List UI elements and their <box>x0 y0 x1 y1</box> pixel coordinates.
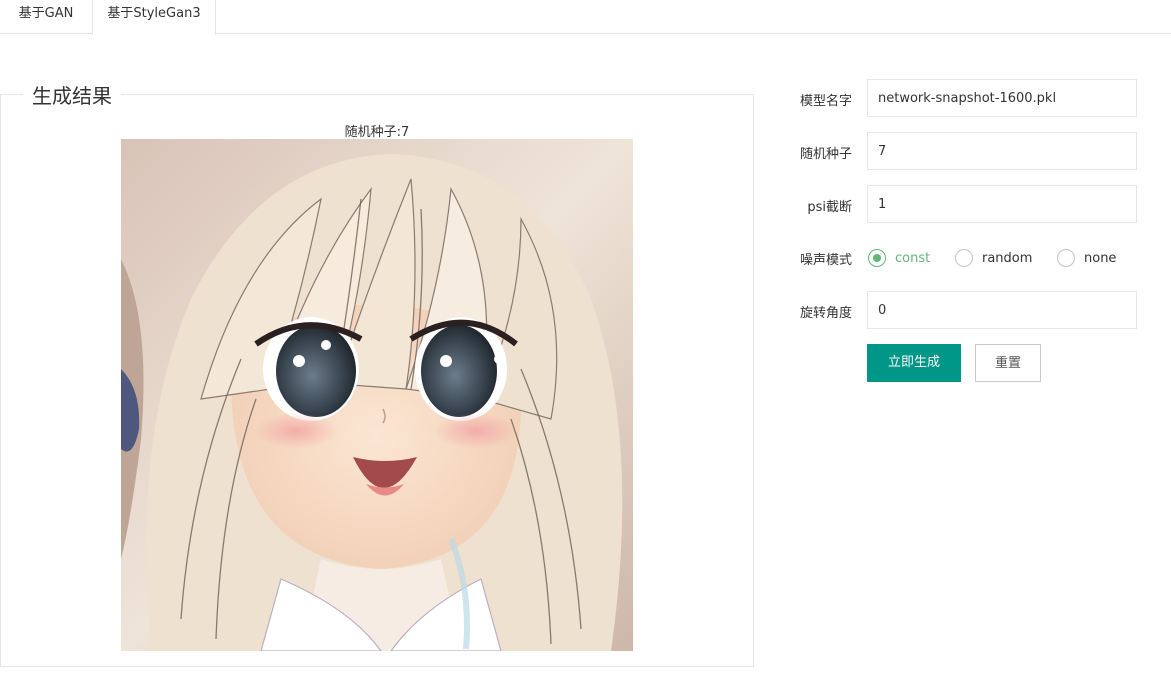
noise-radio-random[interactable]: random <box>955 246 1032 270</box>
noise-radio-none[interactable]: none <box>1057 246 1116 270</box>
radio-checked-icon <box>868 249 886 267</box>
generate-button[interactable]: 立即生成 <box>867 344 961 382</box>
psi-input[interactable] <box>867 185 1137 223</box>
radio-unchecked-icon <box>1057 249 1075 267</box>
noise-option-random-label: random <box>982 250 1033 266</box>
reset-button[interactable]: 重置 <box>975 344 1041 382</box>
result-legend: 生成结果 <box>32 84 112 108</box>
seed-input[interactable] <box>867 132 1137 170</box>
radio-unchecked-icon <box>955 249 973 267</box>
seed-caption: 随机种子:7 <box>344 125 410 140</box>
noise-option-none-label: none <box>1084 250 1117 266</box>
noise-radio-const[interactable]: const <box>868 246 930 270</box>
tab-bar: 基于GAN 基于StyleGan3 <box>0 0 1171 35</box>
model-name-input[interactable] <box>867 79 1137 117</box>
tab-stylegan3[interactable]: 基于StyleGan3 <box>92 0 216 35</box>
anime-face-illustration <box>121 139 633 651</box>
model-name-label: 模型名字 <box>799 94 852 109</box>
generated-image <box>121 139 633 651</box>
rotation-label: 旋转角度 <box>799 306 852 321</box>
psi-label: psi截断 <box>807 200 852 215</box>
seed-label: 随机种子 <box>799 147 852 162</box>
rotation-input[interactable] <box>867 291 1137 329</box>
noise-option-const-label: const <box>895 250 931 266</box>
tab-gan[interactable]: 基于GAN <box>0 0 92 34</box>
noise-mode-label: 噪声模式 <box>799 253 852 268</box>
